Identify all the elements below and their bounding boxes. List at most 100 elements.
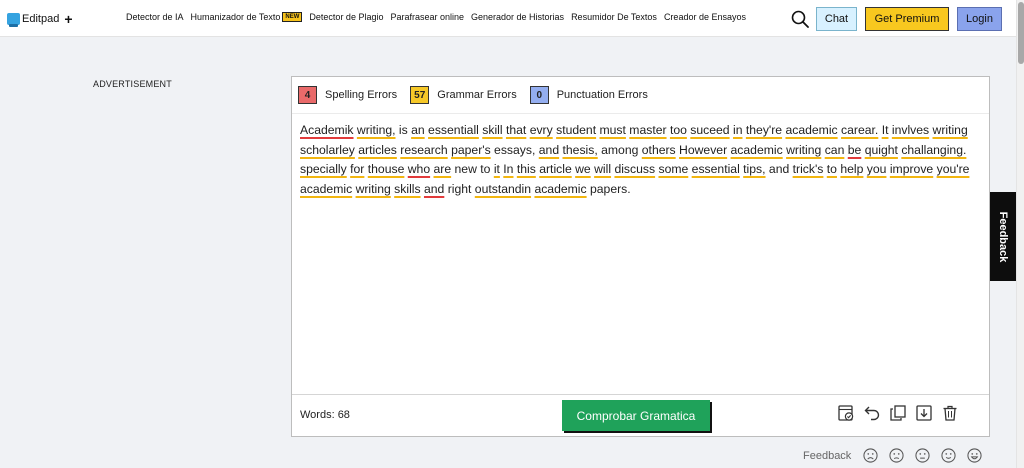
punctuation-count-label: Punctuation Errors [556, 89, 648, 101]
nav-link-creador-ensayos[interactable]: Creador de Ensayos [664, 12, 746, 22]
grammar-error-word[interactable]: that [506, 123, 526, 137]
nav-link-humanizador[interactable]: Humanizador de Texto [191, 12, 281, 22]
grammar-error-word[interactable]: others [642, 143, 676, 157]
grammar-error-word[interactable]: they're [746, 123, 782, 137]
grammar-error-word[interactable]: academic [300, 182, 352, 196]
nav-link-detector-plagio[interactable]: Detector de Plagio [309, 12, 383, 22]
grammar-error-word[interactable]: it [494, 162, 500, 176]
new-badge: NEW [282, 12, 303, 22]
feedback-label: Feedback [803, 449, 852, 462]
neutral-face-icon[interactable] [915, 448, 930, 463]
grammar-error-word[interactable]: for [350, 162, 364, 176]
grammar-error-word[interactable]: thouse [368, 162, 405, 176]
grammar-error-word[interactable]: can [825, 143, 845, 157]
grammar-error-word[interactable]: tips, [743, 162, 765, 176]
check-document-icon[interactable] [837, 404, 855, 422]
grammar-error-word[interactable]: writing [356, 182, 391, 196]
spelling-errors-count[interactable]: 4 Spelling Errors [298, 86, 397, 104]
search-icon[interactable] [791, 10, 809, 28]
punctuation-count-badge: 0 [529, 86, 549, 104]
grammar-error-word[interactable]: you're [937, 162, 970, 176]
text-segment: among [597, 142, 642, 157]
very-sad-face-icon[interactable] [863, 448, 878, 463]
grammar-error-word[interactable]: writing [933, 123, 968, 137]
grammar-error-word[interactable]: challanging. [901, 143, 966, 157]
grammar-error-word[interactable]: you [867, 162, 887, 176]
trash-icon[interactable] [941, 404, 959, 422]
grammar-error-word[interactable]: suceed [690, 123, 729, 137]
logo-icon [7, 13, 20, 27]
grammar-error-word[interactable]: essentiall [428, 123, 479, 137]
sad-face-icon[interactable] [889, 448, 904, 463]
grammar-error-word[interactable]: articles [358, 143, 397, 157]
login-button[interactable]: Login [957, 7, 1002, 31]
spelling-error-word[interactable]: who [408, 162, 430, 176]
grammar-error-word[interactable]: invlves [892, 123, 929, 137]
get-premium-button[interactable]: Get Premium [865, 7, 949, 31]
grammar-error-word[interactable]: help [840, 162, 863, 176]
grammar-error-word[interactable]: skill [482, 123, 502, 137]
feedback-side-tab[interactable]: Feedback [990, 192, 1016, 281]
grammar-error-word[interactable]: outstandin [475, 182, 531, 196]
chat-button[interactable]: Chat [816, 7, 857, 31]
plus-icon[interactable]: + [64, 12, 72, 26]
nav-link-resumidor[interactable]: Resumidor De Textos [571, 12, 657, 22]
grammar-error-word[interactable]: to [827, 162, 837, 176]
nav-link-parafrasear[interactable]: Parafrasear online [390, 12, 464, 22]
grammar-error-word[interactable]: carear. [841, 123, 878, 137]
nav-link-generador-historias[interactable]: Generador de Historias [471, 12, 564, 22]
grammar-error-word[interactable]: writing [786, 143, 821, 157]
happy-face-icon[interactable] [941, 448, 956, 463]
grammar-error-word[interactable]: will [594, 162, 611, 176]
grammar-error-word[interactable]: academic [534, 182, 586, 196]
grammar-error-word[interactable]: we [575, 162, 591, 176]
grammar-error-word[interactable]: scholarley [300, 143, 355, 157]
grammar-error-word[interactable]: must [599, 123, 625, 137]
grammar-error-word[interactable]: this [517, 162, 536, 176]
grammar-error-word[interactable]: In [503, 162, 513, 176]
text-segment: and [765, 162, 793, 176]
download-icon[interactable] [915, 404, 933, 422]
check-grammar-button[interactable]: Comprobar Gramatica [562, 400, 710, 431]
grammar-error-word[interactable]: However [679, 143, 727, 157]
grammar-error-word[interactable]: essential [692, 162, 740, 176]
grammar-error-word[interactable]: writing, [357, 123, 396, 137]
undo-icon[interactable] [863, 404, 881, 422]
grammar-error-word[interactable]: thesis, [563, 143, 598, 157]
grammar-error-word[interactable]: quight [865, 143, 898, 157]
grammar-error-word[interactable]: skills [394, 182, 420, 196]
grammar-error-word[interactable]: trick's [793, 162, 824, 176]
logo-text: Editpad [22, 13, 60, 25]
grammar-error-word[interactable]: academic [785, 123, 837, 137]
counts-divider [292, 113, 989, 114]
spelling-error-word[interactable]: and [424, 182, 444, 196]
very-happy-face-icon[interactable] [967, 448, 982, 463]
grammar-error-word[interactable]: discuss [614, 162, 655, 176]
spelling-error-word[interactable]: Academik [300, 123, 354, 137]
grammar-error-word[interactable]: are [434, 162, 452, 176]
grammar-error-word[interactable]: improve [890, 162, 933, 176]
grammar-error-word[interactable]: specially [300, 162, 347, 176]
copy-icon[interactable] [889, 404, 907, 422]
punctuation-errors-count[interactable]: 0 Punctuation Errors [529, 86, 648, 104]
grammar-errors-count[interactable]: 57 Grammar Errors [410, 86, 517, 104]
scrollbar-thumb[interactable] [1018, 2, 1024, 64]
nav-link-detector-ia[interactable]: Detector de IA [126, 12, 184, 22]
grammar-error-word[interactable]: evry [530, 123, 553, 137]
grammar-error-word[interactable]: student [556, 123, 596, 137]
grammar-error-word[interactable]: research [400, 143, 447, 157]
grammar-error-word[interactable]: article [539, 162, 572, 176]
grammar-error-word[interactable]: paper's [451, 143, 491, 157]
logo[interactable]: Editpad + [7, 11, 73, 27]
grammar-count-badge: 57 [410, 86, 430, 104]
grammar-error-word[interactable]: an [411, 123, 425, 137]
editor-text-area[interactable]: Academik writing, is an essentiall skill… [300, 121, 980, 199]
grammar-error-word[interactable]: master [629, 123, 666, 137]
grammar-error-word[interactable]: academic [731, 143, 783, 157]
spelling-error-word[interactable]: be [848, 143, 862, 157]
grammar-count-label: Grammar Errors [437, 89, 517, 101]
page-scrollbar[interactable] [1016, 0, 1024, 468]
grammar-error-word[interactable]: too [670, 123, 687, 137]
grammar-error-word[interactable]: some [658, 162, 688, 176]
grammar-error-word[interactable]: and [539, 143, 559, 157]
